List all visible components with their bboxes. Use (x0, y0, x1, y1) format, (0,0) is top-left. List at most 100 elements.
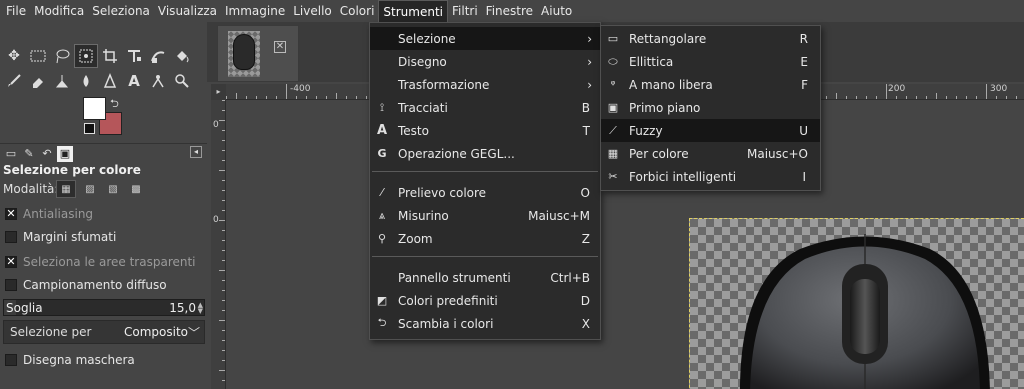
submenu-item-forbici[interactable]: ✂ Forbici intelligenti I (601, 165, 820, 188)
default-colors-icon[interactable] (84, 123, 95, 134)
menu-item-trasformazione[interactable]: Trasformazione › (370, 73, 600, 96)
feather-checkbox[interactable] (5, 231, 17, 243)
panel-menu-icon[interactable]: ◂ (190, 146, 202, 158)
submenu-item-mano-libera[interactable]: ᵠ A mano libera F (601, 73, 820, 96)
antialiasing-option[interactable]: ✕ Antialiasing (5, 207, 93, 221)
fuzzy-select-tool-icon[interactable] (74, 44, 98, 68)
menu-item-label: Trasformazione (398, 77, 490, 92)
ruler-label: 300 (990, 84, 1008, 94)
ruler-label: 0 (213, 215, 219, 225)
unified-transform-tool-icon[interactable] (122, 44, 146, 68)
menu-item-gegl[interactable]: G Operazione GEGL... (370, 142, 600, 165)
menu-item-selezione[interactable]: Selezione › (370, 27, 600, 50)
submenu-item-per-colore[interactable]: ▦ Per colore Maiusc+O (601, 142, 820, 165)
select-by-combo[interactable]: Selezione per Composito ﹀ (3, 320, 205, 344)
menu-item-colori-predefiniti[interactable]: ◩ Colori predefiniti D (370, 289, 600, 312)
menu-strumenti[interactable]: Strumenti (378, 0, 448, 22)
menu-item-scambia-colori[interactable]: ⮌ Scambia i colori X (370, 312, 600, 335)
menu-livello[interactable]: Livello (289, 0, 336, 22)
ruler-tick (926, 96, 927, 99)
ruler-tick (222, 360, 225, 361)
paintbrush-tool-icon[interactable] (2, 69, 26, 93)
sample-merged-option[interactable]: Campionamento diffuso (5, 278, 167, 292)
device-status-tab-icon[interactable]: ✎ (21, 146, 37, 162)
ruler-tick (222, 300, 225, 301)
menu-item-zoom[interactable]: ⚲ Zoom Z (370, 227, 600, 250)
menu-file[interactable]: File (2, 0, 30, 22)
menu-item-shortcut: D (580, 293, 590, 308)
submenu-item-ellittica[interactable]: ⬭ Ellittica E (601, 50, 820, 73)
menu-item-shortcut: Maiusc+O (747, 146, 808, 161)
mode-add-icon[interactable]: ▨ (80, 180, 100, 198)
antialiasing-checkbox[interactable]: ✕ (5, 208, 17, 220)
tool-options-tab-icon[interactable]: ▭ (3, 146, 19, 162)
tool-row-2: A (2, 69, 194, 93)
mode-replace-icon[interactable]: ▦ (56, 180, 76, 198)
feather-option[interactable]: Margini sfumati (5, 230, 116, 244)
ruler-tick (356, 96, 357, 99)
ruler-tick (996, 96, 997, 99)
threshold-slider[interactable]: Soglia 15,0 ▲ ▼ (3, 299, 205, 316)
submenu-item-rettangolare[interactable]: ▭ Rettangolare R (601, 27, 820, 50)
mode-subtract-icon[interactable]: ▧ (103, 180, 123, 198)
menu-modifica[interactable]: Modifica (30, 0, 88, 22)
ink-tool-icon[interactable] (98, 69, 122, 93)
images-tab-icon[interactable]: ▣ (57, 145, 73, 162)
warp-tool-icon[interactable] (146, 44, 170, 68)
crop-tool-icon[interactable] (98, 44, 122, 68)
menu-item-misurino[interactable]: ⩓ Misurino Maiusc+M (370, 204, 600, 227)
menu-item-disegno[interactable]: Disegno › (370, 50, 600, 73)
menu-immagine[interactable]: Immagine (221, 0, 289, 22)
menu-item-shortcut: T (582, 123, 590, 138)
sample-merged-checkbox[interactable] (5, 279, 17, 291)
fuzzy-select-icon: ⟋ (609, 123, 617, 137)
menu-seleziona[interactable]: Seleziona (88, 0, 154, 22)
foreground-color-swatch[interactable] (83, 97, 106, 120)
close-tab-icon[interactable]: ✕ (274, 41, 286, 53)
draw-mask-checkbox[interactable] (5, 354, 17, 366)
image-tab[interactable]: ✕ (217, 25, 299, 82)
menu-visualizza[interactable]: Visualizza (154, 0, 221, 22)
menu-item-pannello-strumenti[interactable]: Pannello strumenti Ctrl+B (370, 266, 600, 289)
menu-aiuto[interactable]: Aiuto (537, 0, 576, 22)
menu-finestre[interactable]: Finestre (482, 0, 537, 22)
ruler-tick (236, 93, 237, 99)
path-tool-icon[interactable] (146, 69, 170, 93)
lasso-tool-icon[interactable] (50, 44, 74, 68)
ruler-tick (956, 96, 957, 99)
menu-filtri[interactable]: Filtri (448, 0, 482, 22)
menu-item-tracciati[interactable]: ⟟ Tracciati B (370, 96, 600, 119)
undo-history-tab-icon[interactable]: ↶ (39, 146, 55, 162)
transparent-checkbox[interactable]: ✕ (5, 256, 17, 268)
ruler-tick (226, 96, 227, 99)
transparent-option[interactable]: ✕ Seleziona le aree trasparenti (5, 255, 196, 269)
mouse-image (740, 234, 990, 389)
submenu-item-fuzzy[interactable]: ⟋ Fuzzy U (601, 119, 820, 142)
menu-item-label: Scambia i colori (398, 316, 494, 331)
ruler-tick (306, 96, 307, 99)
ruler-corner-icon[interactable]: ▸ (211, 84, 226, 100)
move-tool-icon[interactable]: ✥ (2, 44, 26, 68)
ruler-label: 0 (213, 120, 219, 130)
transparent-label: Seleziona le aree trasparenti (23, 255, 196, 269)
threshold-value: 15,0 (169, 301, 196, 315)
chevron-right-icon: › (587, 77, 592, 92)
threshold-spin-icon[interactable]: ▲ ▼ (198, 302, 203, 315)
menu-item-prelievo-colore[interactable]: ⁄ Prelievo colore O (370, 181, 600, 204)
draw-mask-option[interactable]: Disegna maschera (5, 353, 135, 367)
bucket-fill-tool-icon[interactable] (170, 44, 194, 68)
menu-colori[interactable]: Colori (336, 0, 379, 22)
zoom-tool-icon[interactable] (170, 69, 194, 93)
ruler-tick (916, 96, 917, 99)
text-tool-icon[interactable]: A (122, 69, 146, 93)
eraser-tool-icon[interactable] (26, 69, 50, 93)
image-layer[interactable] (689, 218, 1024, 389)
rect-select-tool-icon[interactable] (26, 44, 50, 68)
menu-item-testo[interactable]: A Testo T (370, 119, 600, 142)
submenu-item-primo-piano[interactable]: ▣ Primo piano (601, 96, 820, 119)
menu-item-shortcut: O (580, 185, 590, 200)
smudge-tool-icon[interactable] (74, 69, 98, 93)
mode-intersect-icon[interactable]: ▩ (126, 180, 146, 198)
clone-tool-icon[interactable] (50, 69, 74, 93)
draw-mask-label: Disegna maschera (23, 353, 135, 367)
